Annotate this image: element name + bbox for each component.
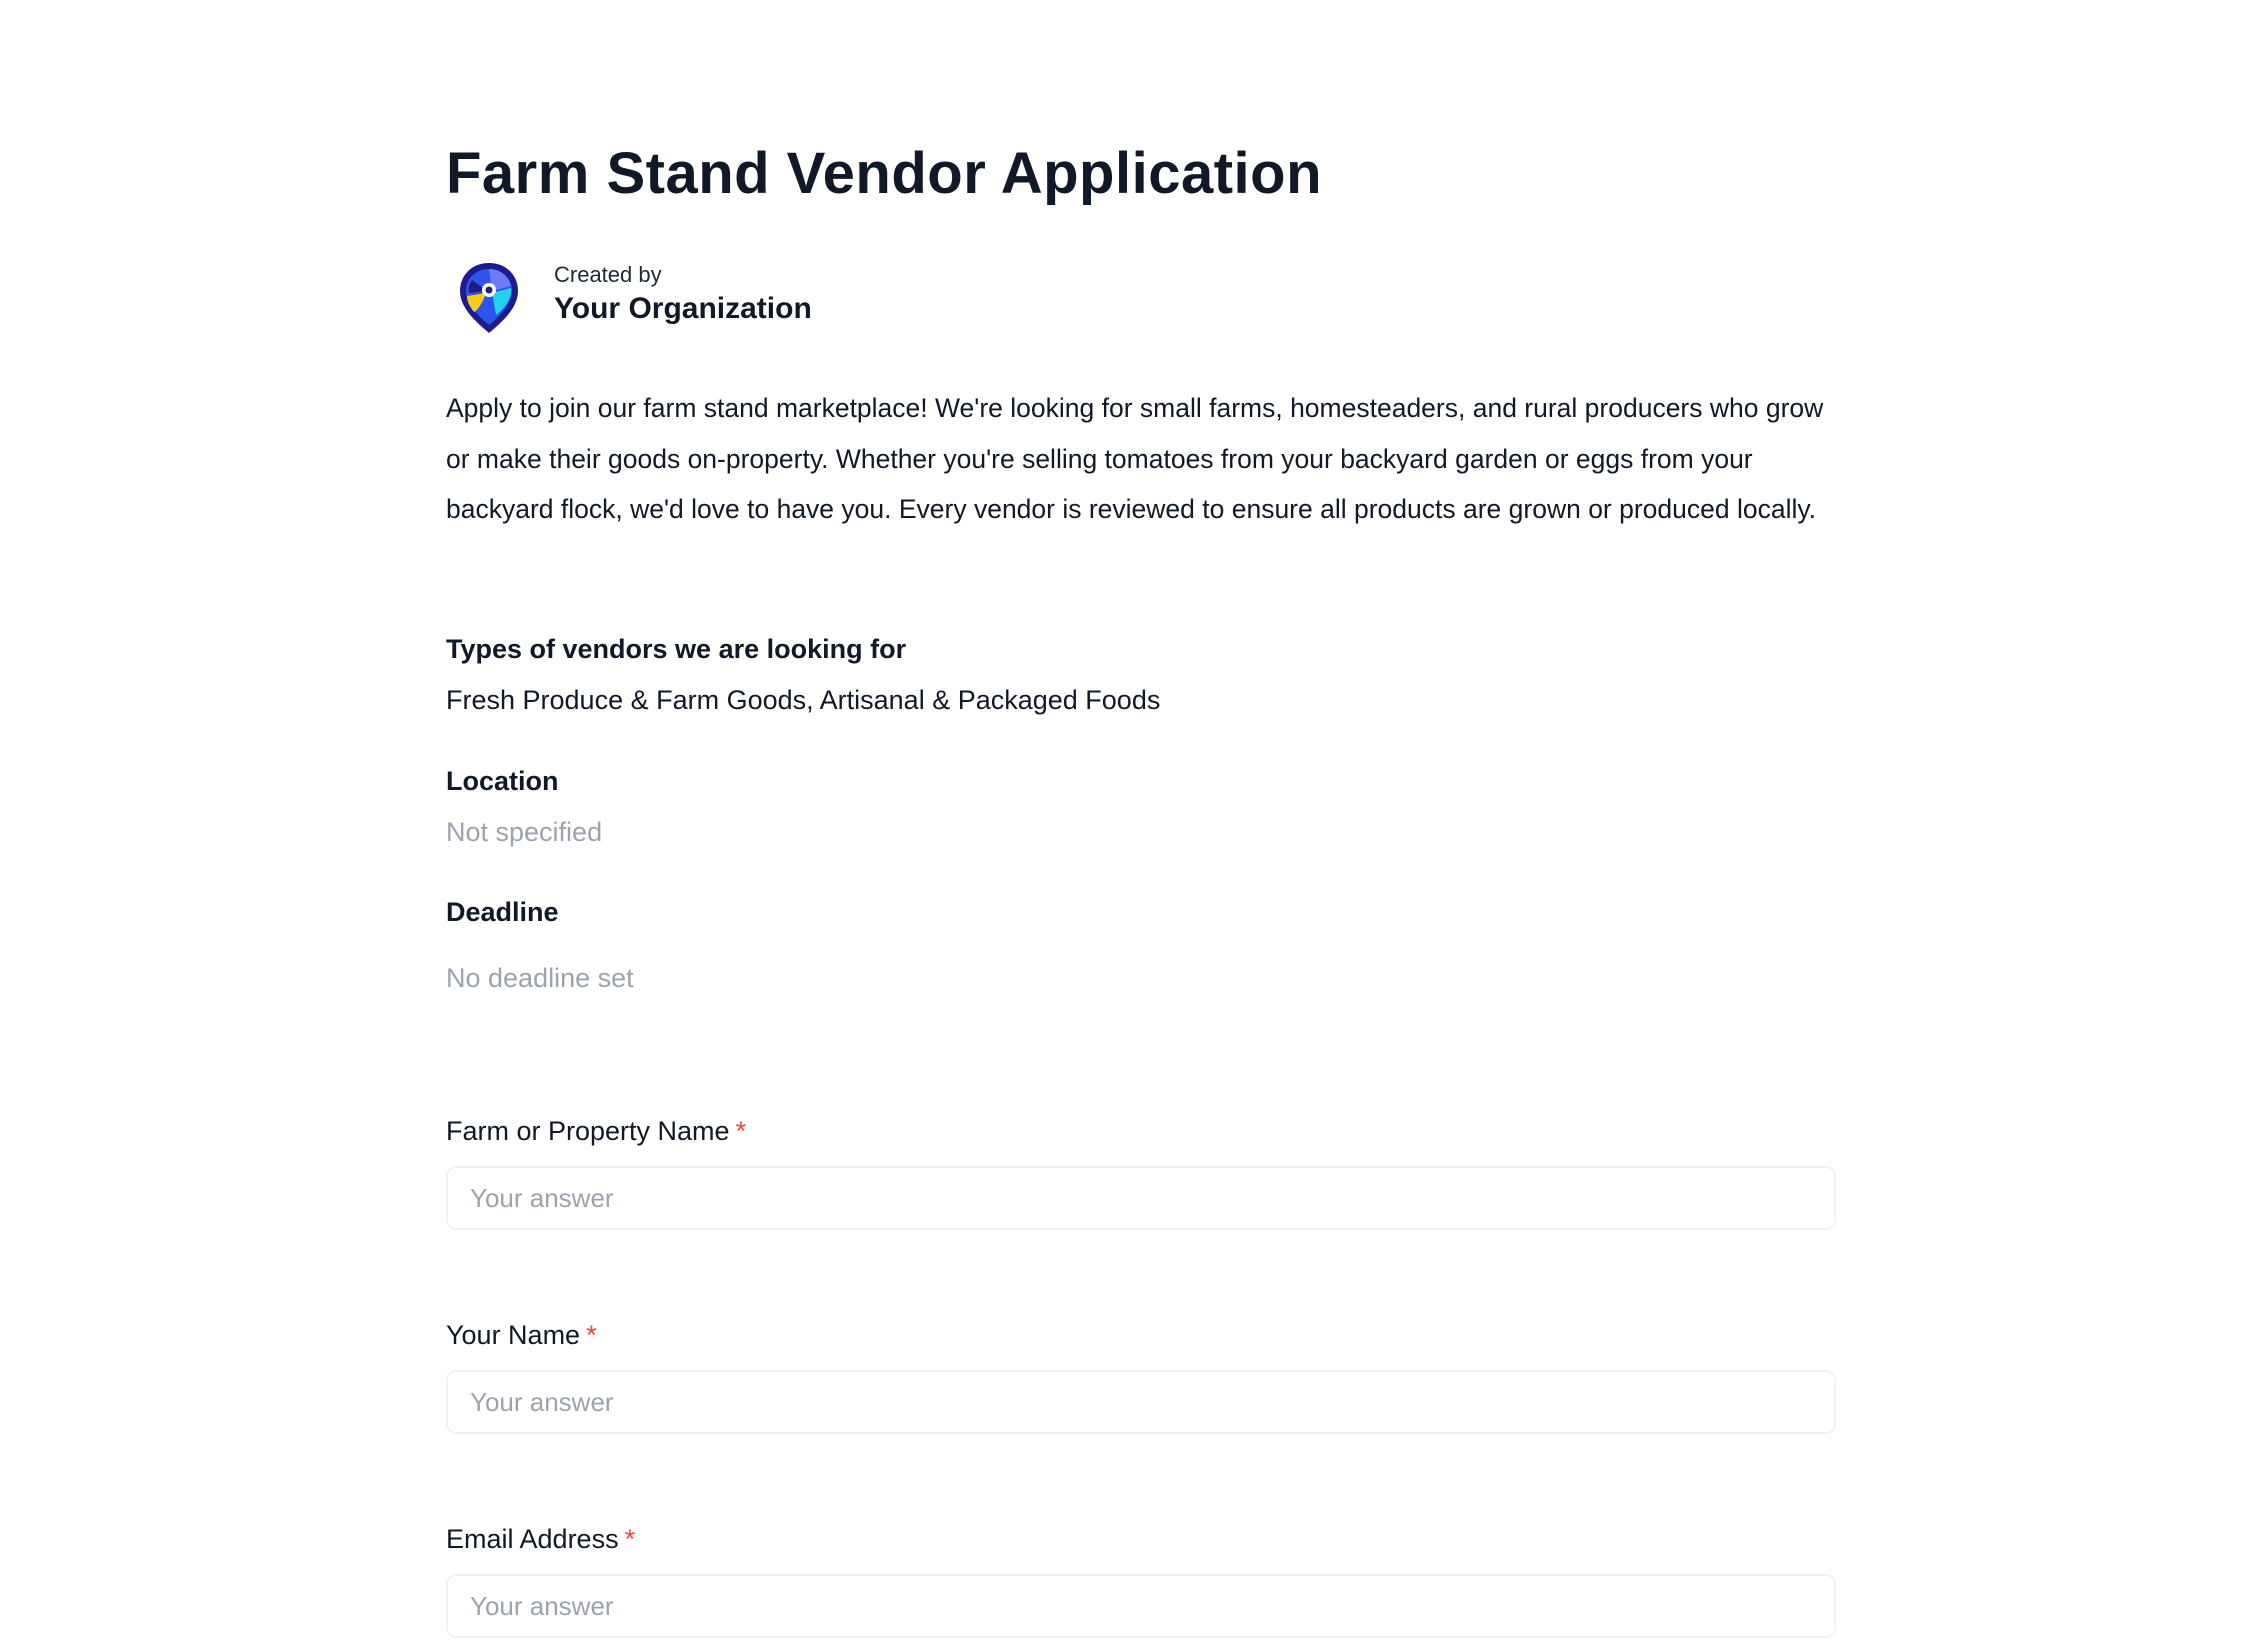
required-asterisk: * [586, 1320, 597, 1350]
your-name-input[interactable] [446, 1370, 1836, 1434]
created-by-label: Created by [554, 262, 662, 287]
your-name-label: Your Name * [446, 1320, 597, 1351]
deadline-value: No deadline set [446, 963, 634, 993]
required-asterisk: * [735, 1116, 747, 1146]
form-description: Apply to join our farm stand marketplace… [446, 393, 1824, 524]
farm-name-label-text: Farm or Property Name [446, 1116, 730, 1146]
vendor-types-value: Fresh Produce & Farm Goods, Artisanal & … [446, 685, 1161, 715]
required-asterisk: * [624, 1524, 636, 1554]
farm-name-label: Farm or Property Name * [446, 1116, 746, 1147]
deadline-label: Deadline [446, 897, 559, 927]
vendor-types-label: Types of vendors we are looking for [446, 634, 907, 664]
farm-name-input[interactable] [446, 1166, 1836, 1230]
organization-name: Your Organization [554, 292, 812, 325]
creator-block: Created by Your Organization [446, 258, 1046, 338]
map-pin-logo-icon [460, 263, 518, 333]
page-title: Farm Stand Vendor Application [446, 141, 1323, 206]
your-name-label-text: Your Name [446, 1320, 581, 1350]
email-label: Email Address * [446, 1524, 635, 1555]
email-input[interactable] [446, 1574, 1836, 1638]
application-page: Farm Stand Vendor Application Created by… [0, 0, 2268, 1644]
location-label: Location [446, 766, 559, 796]
location-value: Not specified [446, 817, 603, 847]
email-label-text: Email Address [446, 1524, 619, 1554]
